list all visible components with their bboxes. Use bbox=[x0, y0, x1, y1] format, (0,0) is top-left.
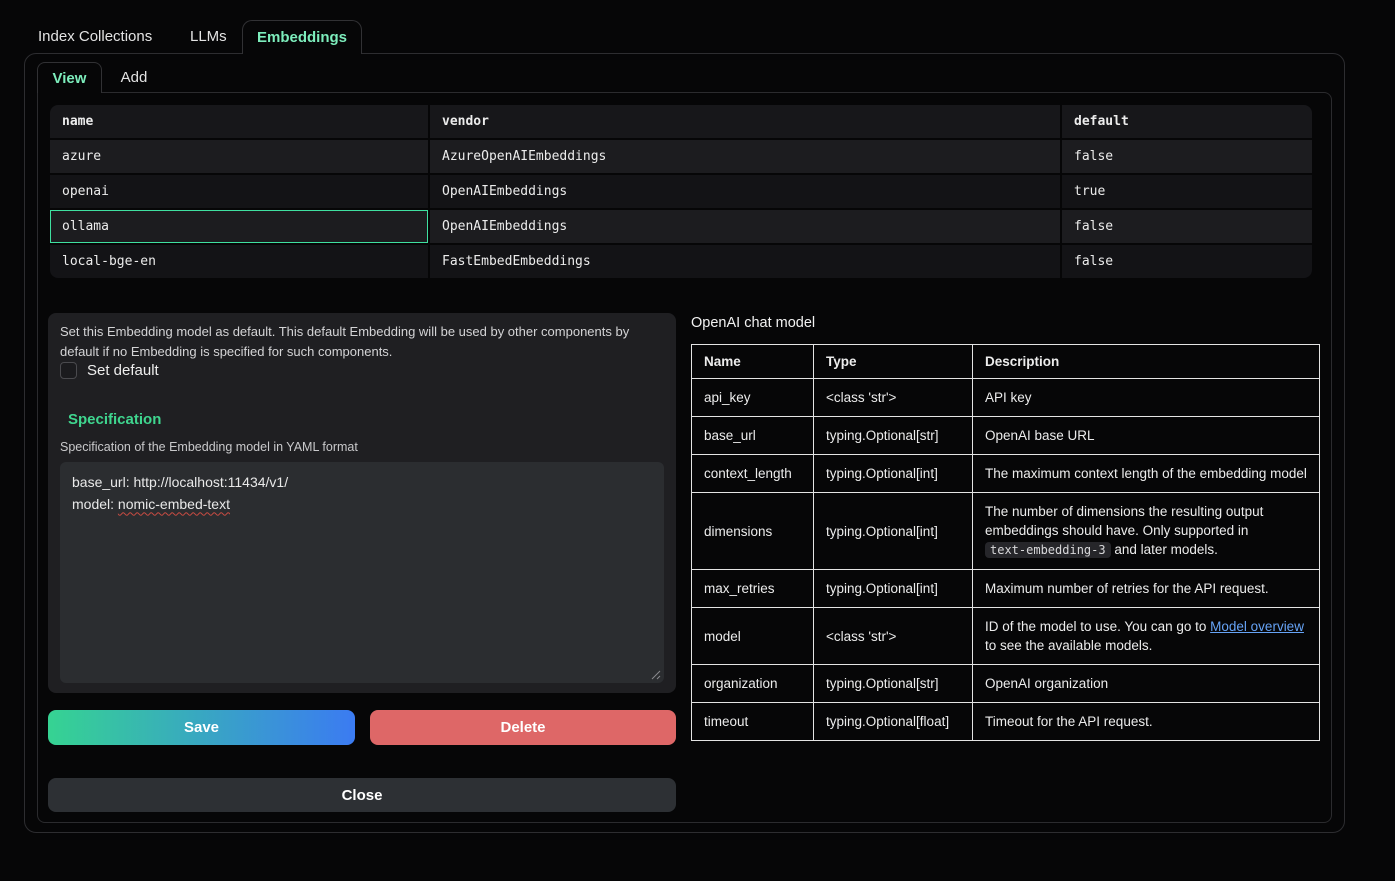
param-description: OpenAI base URL bbox=[973, 417, 1320, 455]
specification-heading: Specification bbox=[68, 411, 161, 428]
set-default-hint: Set this Embedding model as default. Thi… bbox=[60, 322, 656, 362]
embedding-detail-panel: Set this Embedding model as default. Thi… bbox=[48, 313, 676, 693]
param-panel-title: OpenAI chat model bbox=[691, 315, 815, 331]
param-description: The number of dimensions the resulting o… bbox=[973, 493, 1320, 570]
param-name: base_url bbox=[692, 417, 814, 455]
param-row: dimensionstyping.Optional[int]The number… bbox=[692, 493, 1320, 570]
set-default-label[interactable]: Set default bbox=[87, 362, 159, 379]
param-name: api_key bbox=[692, 379, 814, 417]
table-row[interactable]: azureAzureOpenAIEmbeddingsfalse bbox=[50, 140, 1312, 173]
param-type: typing.Optional[int] bbox=[814, 570, 973, 608]
param-row: organizationtyping.Optional[str]OpenAI o… bbox=[692, 665, 1320, 703]
spec-line: base_url: http://localhost:11434/v1/ bbox=[72, 472, 652, 494]
param-description: ID of the model to use. You can go to Mo… bbox=[973, 608, 1320, 665]
column-header-vendor: vendor bbox=[430, 105, 1060, 138]
spec-yaml-input[interactable]: base_url: http://localhost:11434/v1/mode… bbox=[60, 462, 664, 683]
resize-handle-icon[interactable] bbox=[651, 670, 661, 680]
table-row[interactable]: ollamaOpenAIEmbeddingsfalse bbox=[50, 210, 1312, 243]
param-name: timeout bbox=[692, 703, 814, 741]
cell-name[interactable]: azure bbox=[50, 140, 428, 173]
close-button[interactable]: Close bbox=[48, 778, 676, 812]
tab-add[interactable]: Add bbox=[112, 62, 156, 93]
column-header-default: default bbox=[1062, 105, 1312, 138]
param-name: context_length bbox=[692, 455, 814, 493]
delete-button[interactable]: Delete bbox=[370, 710, 676, 745]
param-row: max_retriestyping.Optional[int]Maximum n… bbox=[692, 570, 1320, 608]
tab-view[interactable]: View bbox=[37, 62, 102, 93]
cell-name[interactable]: openai bbox=[50, 175, 428, 208]
cell-vendor[interactable]: AzureOpenAIEmbeddings bbox=[430, 140, 1060, 173]
cell-vendor[interactable]: OpenAIEmbeddings bbox=[430, 175, 1060, 208]
app-window: Index Collections LLMs Embeddings View A… bbox=[0, 0, 1395, 881]
column-header-name: name bbox=[50, 105, 428, 138]
save-button[interactable]: Save bbox=[48, 710, 355, 745]
param-name: model bbox=[692, 608, 814, 665]
table-row[interactable]: local-bge-enFastEmbedEmbeddingsfalse bbox=[50, 245, 1312, 278]
param-type: typing.Optional[str] bbox=[814, 665, 973, 703]
cell-default[interactable]: false bbox=[1062, 210, 1312, 243]
param-row: context_lengthtyping.Optional[int]The ma… bbox=[692, 455, 1320, 493]
cell-name[interactable]: local-bge-en bbox=[50, 245, 428, 278]
param-table-body: api_key<class 'str'>API keybase_urltypin… bbox=[692, 379, 1320, 741]
param-type: <class 'str'> bbox=[814, 608, 973, 665]
param-description: Maximum number of retries for the API re… bbox=[973, 570, 1320, 608]
set-default-checkbox-row[interactable]: Set default bbox=[60, 362, 159, 379]
param-column-type: Type bbox=[814, 345, 973, 379]
param-name: max_retries bbox=[692, 570, 814, 608]
param-row: model<class 'str'>ID of the model to use… bbox=[692, 608, 1320, 665]
param-name: dimensions bbox=[692, 493, 814, 570]
param-type: <class 'str'> bbox=[814, 379, 973, 417]
cell-default[interactable]: false bbox=[1062, 140, 1312, 173]
model-overview-link[interactable]: Model overview bbox=[1210, 619, 1304, 634]
param-name: organization bbox=[692, 665, 814, 703]
tab-embeddings[interactable]: Embeddings bbox=[242, 20, 362, 54]
misspelled-text: nomic-embed-text bbox=[118, 496, 230, 512]
spec-line: model: nomic-embed-text bbox=[72, 494, 652, 516]
table-row[interactable]: openaiOpenAIEmbeddingstrue bbox=[50, 175, 1312, 208]
param-row: base_urltyping.Optional[str]OpenAI base … bbox=[692, 417, 1320, 455]
tab-llms[interactable]: LLMs bbox=[190, 28, 227, 45]
cell-default[interactable]: true bbox=[1062, 175, 1312, 208]
param-table: NameTypeDescription api_key<class 'str'>… bbox=[691, 344, 1320, 741]
param-description: The maximum context length of the embedd… bbox=[973, 455, 1320, 493]
param-column-description: Description bbox=[973, 345, 1320, 379]
set-default-checkbox[interactable] bbox=[60, 362, 77, 379]
param-type: typing.Optional[int] bbox=[814, 493, 973, 570]
param-column-name: Name bbox=[692, 345, 814, 379]
tab-index-collections[interactable]: Index Collections bbox=[38, 28, 152, 45]
param-row: timeouttyping.Optional[float]Timeout for… bbox=[692, 703, 1320, 741]
cell-name[interactable]: ollama bbox=[50, 210, 428, 243]
embeddings-table-header: namevendordefault bbox=[50, 105, 1312, 138]
param-type: typing.Optional[float] bbox=[814, 703, 973, 741]
param-row: api_key<class 'str'>API key bbox=[692, 379, 1320, 417]
param-description: API key bbox=[973, 379, 1320, 417]
param-description: Timeout for the API request. bbox=[973, 703, 1320, 741]
param-type: typing.Optional[str] bbox=[814, 417, 973, 455]
param-type: typing.Optional[int] bbox=[814, 455, 973, 493]
param-table-header: NameTypeDescription bbox=[692, 345, 1320, 379]
cell-default[interactable]: false bbox=[1062, 245, 1312, 278]
param-description: OpenAI organization bbox=[973, 665, 1320, 703]
cell-vendor[interactable]: FastEmbedEmbeddings bbox=[430, 245, 1060, 278]
cell-vendor[interactable]: OpenAIEmbeddings bbox=[430, 210, 1060, 243]
inline-code: text-embedding-3 bbox=[985, 542, 1111, 558]
specification-caption: Specification of the Embedding model in … bbox=[60, 440, 358, 454]
embeddings-table: namevendordefaultazureAzureOpenAIEmbeddi… bbox=[50, 105, 1312, 278]
